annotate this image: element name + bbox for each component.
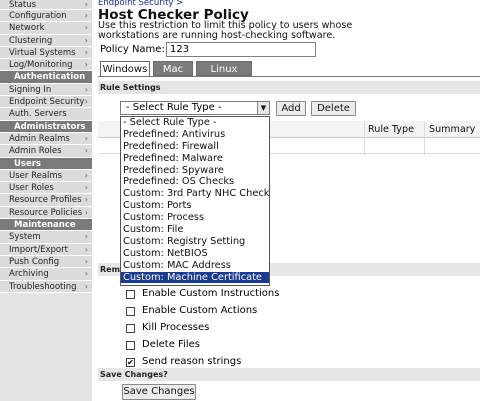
tab-linux[interactable]: Linux bbox=[196, 61, 252, 76]
table-divider bbox=[424, 121, 425, 155]
sidebar-item-archiving[interactable]: Archiving › bbox=[0, 268, 92, 281]
chevron-right-icon: › bbox=[84, 232, 88, 242]
chevron-right-icon: › bbox=[84, 183, 88, 193]
sidebar-section-administrators: Administrators bbox=[0, 120, 92, 133]
policy-name-label: Policy Name: bbox=[100, 44, 165, 55]
chevron-right-icon: › bbox=[84, 146, 88, 156]
sidebar-item-virtual-systems[interactable]: Virtual Systems › bbox=[0, 46, 92, 60]
dropdown-option[interactable]: Custom: Registry Setting bbox=[121, 236, 269, 248]
sidebar-item-resource-profiles[interactable]: Resource Profiles › bbox=[0, 194, 92, 207]
sidebar-item-clustering[interactable]: Clustering › bbox=[0, 34, 92, 47]
sidebar-item-log-monitoring[interactable]: Log/Monitoring › bbox=[0, 59, 92, 72]
dropdown-option[interactable]: - Select Rule Type - bbox=[121, 117, 269, 129]
sidebar-item-troubleshooting[interactable]: Troubleshooting › bbox=[0, 280, 92, 293]
page-description: Use this restriction to limit this polic… bbox=[98, 20, 353, 41]
sidebar-item-signing-in[interactable]: Signing In › bbox=[0, 83, 92, 97]
chevron-right-icon: › bbox=[84, 195, 88, 205]
sidebar-item-import-export[interactable]: Import/Export › bbox=[0, 243, 92, 256]
sidebar-item-configuration[interactable]: Configuration › bbox=[0, 10, 92, 23]
policy-name-input[interactable]: 123 bbox=[166, 42, 316, 57]
tab-mac[interactable]: Mac bbox=[153, 61, 193, 76]
dropdown-option[interactable]: Predefined: Antivirus bbox=[121, 129, 269, 141]
checkbox[interactable] bbox=[126, 324, 135, 333]
save-changes-header: Save Changes? bbox=[98, 368, 480, 381]
dropdown-option[interactable]: Predefined: Malware bbox=[121, 153, 269, 165]
sidebar-item-user-realms[interactable]: User Realms › bbox=[0, 169, 92, 183]
sidebar-nav: Status › Configuration › Network › Clusteri… bbox=[0, 0, 92, 401]
sidebar-item-endpoint-security[interactable]: Endpoint Security › bbox=[0, 96, 92, 109]
dropdown-option[interactable]: Custom: MAC Address bbox=[121, 260, 269, 272]
dropdown-option[interactable]: Predefined: Firewall bbox=[121, 141, 269, 153]
table-divider bbox=[364, 121, 365, 155]
column-header-rule-type: Rule Type bbox=[368, 124, 414, 135]
dropdown-option[interactable]: Predefined: Spyware bbox=[121, 165, 269, 177]
sidebar-section-authentication: Authentication bbox=[0, 71, 92, 84]
chevron-right-icon: › bbox=[84, 0, 88, 9]
dropdown-option[interactable]: Custom: Ports bbox=[121, 200, 269, 212]
delete-button[interactable]: Delete bbox=[311, 101, 356, 116]
sidebar-item-user-roles[interactable]: User Roles › bbox=[0, 182, 92, 195]
sidebar-item-status[interactable]: Status › bbox=[0, 0, 92, 10]
dropdown-option[interactable]: Custom: 3rd Party NHC Check bbox=[121, 188, 269, 200]
dropdown-option[interactable]: Custom: Process bbox=[121, 212, 269, 224]
sidebar-item-system[interactable]: System › bbox=[0, 231, 92, 244]
dropdown-option[interactable]: Custom: NetBIOS bbox=[121, 248, 269, 260]
chevron-right-icon: › bbox=[84, 170, 88, 180]
chevron-right-icon: › bbox=[84, 281, 88, 291]
rule-type-select[interactable]: - Select Rule Type - ▼ bbox=[120, 101, 270, 115]
chevron-right-icon: › bbox=[84, 244, 88, 254]
os-tabs: Windows Mac Linux bbox=[98, 61, 480, 76]
chevron-right-icon: › bbox=[84, 97, 88, 107]
chevron-right-icon: › bbox=[84, 207, 88, 217]
dropdown-option-highlighted[interactable]: Custom: Machine Certificate bbox=[121, 271, 269, 284]
dropdown-option[interactable]: Predefined: OS Checks bbox=[121, 176, 269, 188]
sidebar-item-resource-policies[interactable]: Resource Policies › bbox=[0, 206, 92, 220]
chevron-right-icon: › bbox=[84, 11, 88, 20]
sidebar-item-admin-roles[interactable]: Admin Roles › bbox=[0, 145, 92, 158]
chevron-right-icon: › bbox=[84, 269, 88, 279]
dropdown-arrow-icon[interactable]: ▼ bbox=[257, 102, 269, 114]
column-header-summary: Summary bbox=[429, 124, 476, 135]
sidebar-item-auth-servers[interactable]: Auth. Servers bbox=[0, 108, 92, 121]
checkbox[interactable] bbox=[126, 341, 135, 350]
chevron-right-icon: › bbox=[84, 35, 88, 45]
chevron-right-icon: › bbox=[84, 133, 88, 143]
checkmark-icon: ✔ bbox=[127, 358, 134, 367]
sidebar-item-network[interactable]: Network › bbox=[0, 22, 92, 35]
tab-windows[interactable]: Windows bbox=[100, 61, 150, 76]
chevron-right-icon: › bbox=[84, 84, 88, 94]
rule-type-select-value: - Select Rule Type - bbox=[126, 102, 222, 113]
chevron-right-icon: › bbox=[84, 60, 88, 70]
sidebar-item-push-config[interactable]: Push Config › bbox=[0, 255, 92, 269]
tab-divider bbox=[98, 76, 480, 77]
add-button[interactable]: Add bbox=[276, 101, 306, 116]
rule-settings-header: Rule Settings bbox=[98, 81, 480, 94]
checkbox-checked[interactable]: ✔ bbox=[126, 358, 135, 367]
sidebar-section-maintenance: Maintenance bbox=[0, 219, 92, 232]
checkbox[interactable] bbox=[126, 307, 135, 316]
sidebar-item-admin-realms[interactable]: Admin Realms › bbox=[0, 132, 92, 146]
main-content: Endpoint Security > Host Checker Policy … bbox=[98, 0, 480, 401]
chevron-right-icon: › bbox=[84, 47, 88, 57]
rule-type-dropdown-list: - Select Rule Type - Predefined: Antivir… bbox=[120, 116, 270, 286]
dropdown-option[interactable]: Custom: File bbox=[121, 224, 269, 236]
sidebar-section-users: Users bbox=[0, 157, 92, 170]
checkbox[interactable] bbox=[126, 290, 135, 299]
chevron-right-icon: › bbox=[84, 23, 88, 33]
chevron-right-icon: › bbox=[84, 256, 88, 266]
save-changes-button[interactable]: Save Changes bbox=[122, 384, 196, 400]
